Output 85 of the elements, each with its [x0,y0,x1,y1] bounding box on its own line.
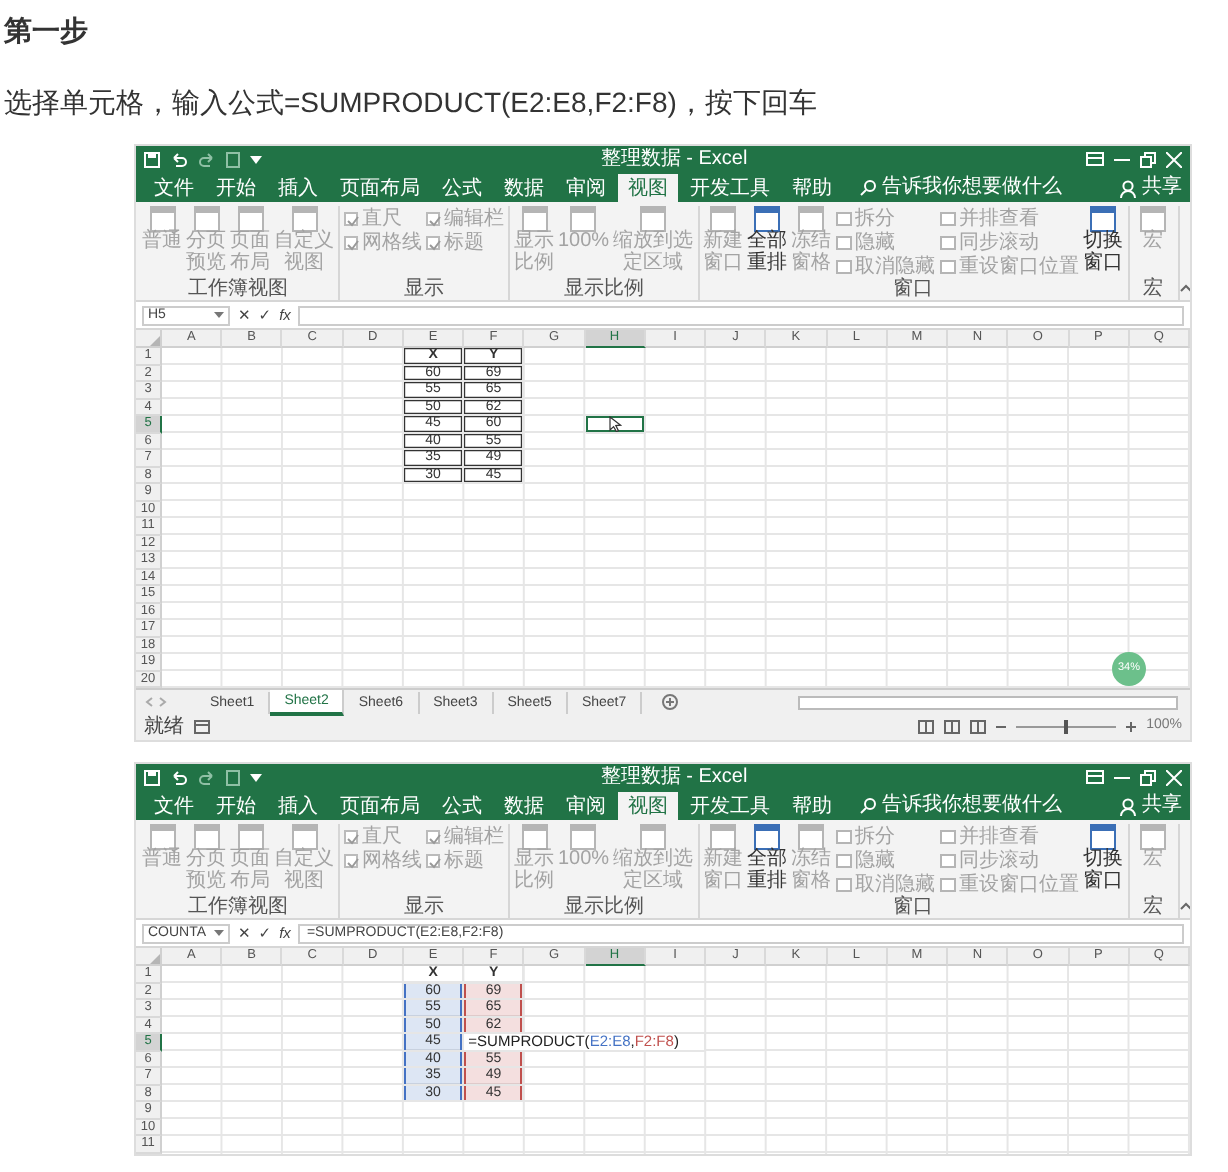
group-label: 显示 [402,896,446,918]
group-label: 窗口 [891,896,936,918]
user-icon[interactable] [1120,179,1136,197]
zoom-slider[interactable] [1064,720,1069,734]
ribbon-tab[interactable]: 插入 [268,174,328,202]
close-icon[interactable] [1166,769,1182,785]
document-icon[interactable] [226,769,240,785]
instruction-text: 选择单元格，输入公式=SUMPRODUCT(E2:E8,F2:F8)，按下回车 [4,84,817,120]
ribbon-tab[interactable]: 公式 [432,792,492,820]
ribbon-button[interactable]: 切换窗口 [1083,824,1124,896]
group-label: 宏 [1141,278,1166,300]
group-label: 显示 [402,278,446,300]
save-icon[interactable] [144,151,160,167]
ribbon-tab[interactable]: 页面布局 [330,174,430,202]
share-button[interactable]: 共享 [1142,174,1182,202]
ribbon-tab[interactable]: 视图 [618,792,678,820]
caret-icon[interactable] [214,930,224,936]
active-cell[interactable] [585,416,646,433]
sheet-icon[interactable] [194,720,210,734]
corner-triangle-icon [150,954,160,964]
group-label: 工作簿视图 [186,896,290,918]
ribbon-tab[interactable]: 帮助 [782,174,842,202]
ribbon-button[interactable]: 全部重排 [747,206,788,278]
group-label: 窗口 [891,278,936,300]
ribbon-tab[interactable]: 开发工具 [680,174,780,202]
ribbon-tab[interactable]: 文件 [144,792,204,820]
ribbon-tab[interactable]: 数据 [494,792,554,820]
user-icon[interactable] [1120,797,1136,815]
step-heading: 第一步 [4,12,90,48]
window-icon[interactable] [754,824,781,850]
caret-icon[interactable] [250,155,262,163]
ribbon-button[interactable]: 全部重排 [747,824,788,896]
search-icon[interactable] [860,798,876,814]
window-icon[interactable] [1090,206,1117,232]
caret-icon[interactable] [214,312,224,318]
restore-icon[interactable] [1140,769,1156,785]
ribbon-tab[interactable]: 文件 [144,174,204,202]
ribbon-tab[interactable]: 开发工具 [680,792,780,820]
ribbon-tab[interactable]: 视图 [618,174,678,202]
undo-icon[interactable] [170,769,188,785]
ribbon-tab[interactable]: 公式 [432,174,492,202]
minus-icon[interactable] [996,722,1007,732]
ribbon-options-icon[interactable] [1086,770,1104,784]
share-button[interactable]: 共享 [1142,792,1182,820]
corner-triangle-icon [150,336,160,346]
ribbon-options-icon[interactable] [1086,152,1104,166]
status-text: 就绪 [144,713,184,740]
ribbon-tab[interactable]: 页面布局 [330,792,430,820]
view-icon[interactable] [944,720,961,734]
window-icon[interactable] [1090,824,1117,850]
ribbon-tab[interactable]: 开始 [206,792,266,820]
plus-icon[interactable] [1126,722,1137,732]
view-icon[interactable] [970,720,987,734]
close-icon[interactable] [1166,151,1182,167]
add-icon[interactable] [662,694,679,710]
horizontal-scrollbar[interactable] [798,695,1178,709]
collapse-icon[interactable] [1179,902,1190,910]
redo-icon[interactable] [198,769,216,785]
ribbon-tab[interactable]: 数据 [494,174,554,202]
search-hint[interactable]: 告诉我你想要做什么 [882,174,1062,202]
ribbon-tab[interactable]: 审阅 [556,174,616,202]
redo-icon[interactable] [198,151,216,167]
window-icon[interactable] [754,206,781,232]
restore-icon[interactable] [1140,151,1156,167]
cursor-icon [607,416,622,432]
group-label: 显示比例 [561,278,646,300]
undo-icon[interactable] [170,151,188,167]
group-label: 宏 [1141,896,1166,918]
search-icon[interactable] [860,180,876,196]
ribbon-tab[interactable]: 开始 [206,174,266,202]
window-title: 整理数据 - Excel [598,764,750,790]
search-hint[interactable]: 告诉我你想要做什么 [882,792,1062,820]
document-icon[interactable] [226,151,240,167]
collapse-icon[interactable] [1179,284,1190,292]
ribbon-tab[interactable]: 审阅 [556,792,616,820]
ribbon-tab[interactable]: 插入 [268,792,328,820]
view-icon[interactable] [918,720,935,734]
window-title: 整理数据 - Excel [598,146,750,172]
ribbon-button[interactable]: 切换窗口 [1083,206,1124,278]
caret-icon[interactable] [250,773,262,781]
group-label: 工作簿视图 [186,278,290,300]
save-icon[interactable] [144,769,160,785]
group-label: 显示比例 [561,896,646,918]
ribbon-tab[interactable]: 帮助 [782,792,842,820]
formula-field[interactable] [298,305,1184,325]
